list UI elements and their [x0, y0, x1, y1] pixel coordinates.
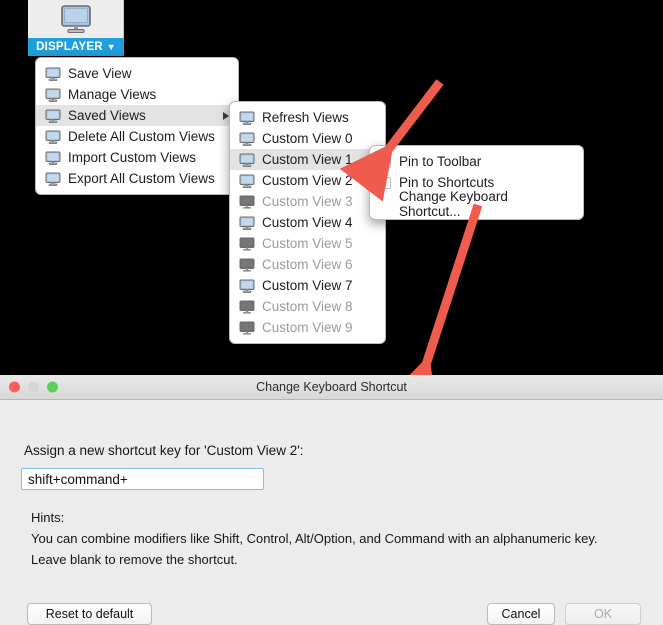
monitor-icon [239, 132, 255, 146]
monitor-icon [45, 88, 61, 102]
menu-item-delete-all-custom-views[interactable]: Delete All Custom Views [36, 126, 238, 147]
monitor-icon [239, 195, 255, 209]
context-item-label: Pin to Toolbar [399, 154, 482, 169]
saved-views-submenu[interactable]: Refresh Views Custom View 0 Custom View … [229, 101, 386, 344]
monitor-icon [239, 321, 255, 335]
minimize-button[interactable] [28, 381, 39, 393]
menu-item-label: Export All Custom Views [68, 171, 215, 186]
view-context-menu[interactable]: Pin to Toolbar Pin to Shortcuts Change K… [369, 145, 584, 220]
submenu-item-custom-view-3: Custom View 3 [230, 191, 385, 212]
menu-item-label: Saved Views [68, 108, 146, 123]
hint-line-1: You can combine modifiers like Shift, Co… [31, 531, 598, 546]
submenu-item-label: Custom View 3 [262, 194, 353, 209]
submenu-item-label: Custom View 9 [262, 320, 353, 335]
arrow-to-change-keyboard-shortcut [386, 203, 483, 415]
hints-title: Hints: [31, 510, 65, 525]
submenu-item-label: Custom View 7 [262, 278, 353, 293]
context-item-pin-to-toolbar[interactable]: Pin to Toolbar [370, 151, 583, 172]
submenu-item-label: Custom View 0 [262, 131, 353, 146]
submenu-item-custom-view-9: Custom View 9 [230, 317, 385, 338]
assign-shortcut-label: Assign a new shortcut key for 'Custom Vi… [24, 443, 304, 458]
monitor-icon [60, 5, 91, 34]
monitor-icon [45, 67, 61, 81]
submenu-item-refresh-views[interactable]: Refresh Views [230, 107, 385, 128]
submenu-item-label: Custom View 6 [262, 257, 353, 272]
submenu-item-label: Custom View 4 [262, 215, 353, 230]
context-item-change-keyboard-shortcut[interactable]: Change Keyboard Shortcut... [370, 189, 583, 219]
submenu-item-label: Refresh Views [262, 110, 349, 125]
monitor-icon [239, 174, 255, 188]
submenu-item-custom-view-6: Custom View 6 [230, 254, 385, 275]
reset-to-default-button[interactable]: Reset to default [27, 603, 152, 625]
menu-item-import-custom-views[interactable]: Import Custom Views [36, 147, 238, 168]
monitor-icon [45, 172, 61, 186]
menu-item-label: Delete All Custom Views [68, 129, 215, 144]
submenu-item-custom-view-8: Custom View 8 [230, 296, 385, 317]
dialog-body: Assign a new shortcut key for 'Custom Vi… [0, 400, 663, 625]
monitor-icon [239, 216, 255, 230]
menu-item-export-all-custom-views[interactable]: Export All Custom Views [36, 168, 238, 189]
submenu-item-custom-view-0[interactable]: Custom View 0 [230, 128, 385, 149]
ok-button[interactable]: OK [565, 603, 641, 625]
checkbox-icon[interactable] [379, 155, 391, 168]
hint-line-2: Leave blank to remove the shortcut. [31, 552, 238, 567]
zoom-button[interactable] [47, 381, 58, 393]
monitor-icon [239, 300, 255, 314]
dialog-titlebar[interactable]: Change Keyboard Shortcut [0, 375, 663, 400]
submenu-item-label: Custom View 5 [262, 236, 353, 251]
monitor-icon [239, 258, 255, 272]
submenu-item-label: Custom View 8 [262, 299, 353, 314]
menu-item-saved-views[interactable]: Saved Views [36, 105, 238, 126]
monitor-icon [239, 237, 255, 251]
menu-item-manage-views[interactable]: Manage Views [36, 84, 238, 105]
submenu-item-custom-view-2[interactable]: Custom View 2 [230, 170, 385, 191]
menu-item-label: Import Custom Views [68, 150, 197, 165]
checkbox-icon[interactable] [379, 176, 391, 189]
submenu-item-label: Custom View 1 [262, 152, 353, 167]
monitor-icon [45, 130, 61, 144]
monitor-icon [45, 151, 61, 165]
submenu-item-custom-view-5: Custom View 5 [230, 233, 385, 254]
displayer-menu-label[interactable]: DISPLAYER ▼ [28, 38, 124, 56]
displayer-toolbar-button[interactable] [28, 0, 124, 38]
chevron-down-icon: ▼ [106, 41, 116, 52]
monitor-icon [45, 109, 61, 123]
change-keyboard-shortcut-dialog: Change Keyboard Shortcut Assign a new sh… [0, 375, 663, 625]
displayer-main-menu[interactable]: Save View Manage Views Saved Views Delet… [35, 57, 239, 195]
close-button[interactable] [9, 381, 20, 393]
shortcut-input[interactable]: shift+command+ [21, 468, 264, 490]
submenu-item-custom-view-4[interactable]: Custom View 4 [230, 212, 385, 233]
submenu-item-custom-view-1[interactable]: Custom View 1 [230, 149, 385, 170]
screen: DISPLAYER ▼ Save View Manage Views Saved… [0, 0, 663, 625]
submenu-item-label: Custom View 2 [262, 173, 353, 188]
monitor-icon [239, 111, 255, 125]
monitor-icon [239, 279, 255, 293]
menu-item-label: Save View [68, 66, 132, 81]
submenu-item-custom-view-7[interactable]: Custom View 7 [230, 275, 385, 296]
displayer-label-text: DISPLAYER [36, 41, 103, 53]
cancel-button[interactable]: Cancel [487, 603, 555, 625]
window-controls[interactable] [9, 381, 58, 393]
menu-item-save-view[interactable]: Save View [36, 63, 238, 84]
menu-item-label: Manage Views [68, 87, 157, 102]
shortcut-input-value: shift+command+ [28, 471, 128, 487]
context-item-label: Change Keyboard Shortcut... [399, 188, 508, 219]
dialog-title: Change Keyboard Shortcut [256, 380, 407, 394]
monitor-icon [239, 153, 255, 167]
